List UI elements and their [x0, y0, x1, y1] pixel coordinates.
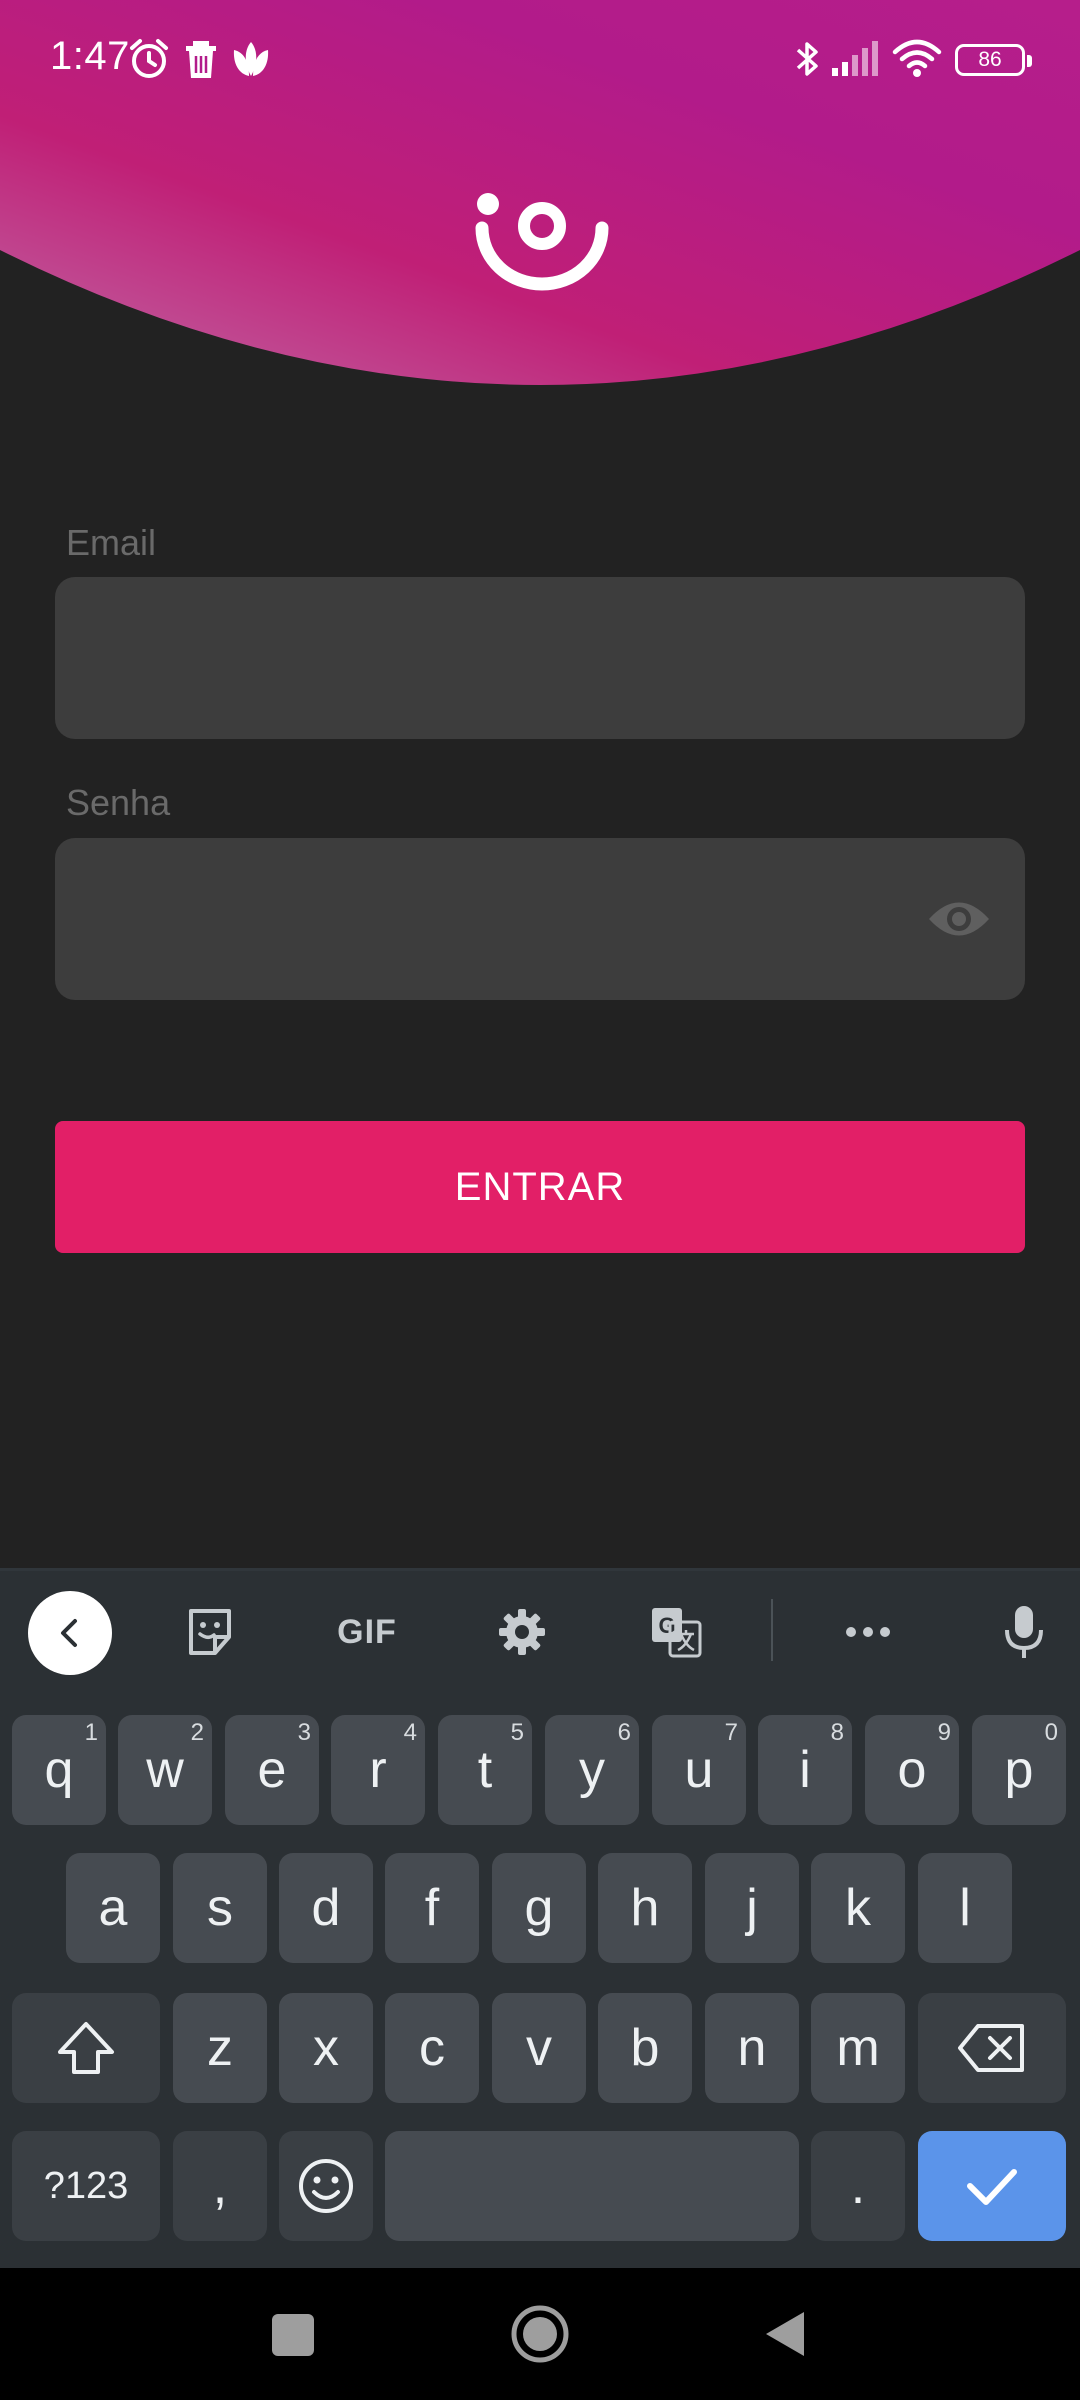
chevron-left-icon[interactable] — [28, 1591, 112, 1675]
key-r[interactable]: r4 — [331, 1715, 425, 1825]
login-screen: { "status_bar": { "time": "1:47", "left_… — [0, 0, 1080, 2400]
shift-key[interactable] — [12, 1993, 160, 2103]
delete-icon — [186, 41, 216, 78]
key-u[interactable]: u7 — [652, 1715, 746, 1825]
key-m[interactable]: m — [811, 1993, 905, 2103]
check-icon — [967, 2169, 1017, 2205]
alarm-icon — [130, 39, 168, 78]
key-y[interactable]: y6 — [545, 1715, 639, 1825]
backspace-key[interactable] — [918, 1993, 1066, 2103]
comma-key[interactable]: , — [173, 2131, 267, 2241]
key-d[interactable]: d — [279, 1853, 373, 1963]
back-icon[interactable] — [762, 2308, 808, 2360]
gif-button[interactable]: GIF — [322, 1593, 412, 1671]
key-t[interactable]: t5 — [438, 1715, 532, 1825]
key-b[interactable]: b — [598, 1993, 692, 2103]
key-h[interactable]: h — [598, 1853, 692, 1963]
recents-icon[interactable] — [270, 2312, 316, 2358]
key-n[interactable]: n — [705, 1993, 799, 2103]
symbols-key[interactable]: ?123 — [12, 2131, 160, 2241]
key-x[interactable]: x — [279, 1993, 373, 2103]
key-w[interactable]: w2 — [118, 1715, 212, 1825]
space-key[interactable] — [385, 2131, 799, 2241]
key-f[interactable]: f — [385, 1853, 479, 1963]
status-bar: 1:47 86 — [0, 0, 1080, 120]
backspace-icon — [958, 2024, 1024, 2072]
shift-icon — [58, 2022, 114, 2074]
key-l[interactable]: l — [918, 1853, 1012, 1963]
keyboard: GIF G q1 w2 e3 r4 t5 y6 u7 i8 o9 p0 a s … — [0, 1568, 1080, 2268]
home-icon[interactable] — [510, 2304, 570, 2364]
key-z[interactable]: z — [173, 1993, 267, 2103]
eye-icon[interactable] — [927, 894, 991, 944]
key-o[interactable]: o9 — [865, 1715, 959, 1825]
emoji-icon — [299, 2159, 353, 2213]
login-button[interactable]: ENTRAR — [55, 1121, 1025, 1253]
gif-label: GIF — [337, 1612, 397, 1651]
password-field[interactable] — [55, 838, 1025, 1000]
key-v[interactable]: v — [492, 1993, 586, 2103]
bluetooth-icon — [796, 42, 818, 76]
translate-icon[interactable]: G — [636, 1593, 716, 1671]
password-label: Senha — [66, 782, 171, 823]
enter-key[interactable] — [918, 2131, 1066, 2241]
sticker-icon[interactable] — [170, 1593, 250, 1671]
key-i[interactable]: i8 — [758, 1715, 852, 1825]
period-key[interactable]: . — [811, 2131, 905, 2241]
navigation-bar — [0, 2268, 1080, 2400]
battery-indicator: 86 — [955, 44, 1032, 76]
key-e[interactable]: e3 — [225, 1715, 319, 1825]
app-logo — [475, 193, 609, 291]
status-time: 1:47 — [50, 34, 130, 78]
microphone-icon[interactable] — [984, 1593, 1064, 1671]
svg-text:G: G — [658, 1613, 675, 1638]
lotus-icon — [233, 42, 269, 76]
key-j[interactable]: j — [705, 1853, 799, 1963]
key-g[interactable]: g — [492, 1853, 586, 1963]
email-field[interactable] — [55, 577, 1025, 739]
email-label: Email — [66, 522, 157, 563]
keyboard-toolbar: GIF G — [0, 1571, 1080, 1691]
key-k[interactable]: k — [811, 1853, 905, 1963]
toolbar-divider — [771, 1599, 773, 1661]
key-p[interactable]: p0 — [972, 1715, 1066, 1825]
key-q[interactable]: q1 — [12, 1715, 106, 1825]
wifi-icon — [892, 39, 942, 77]
gear-icon[interactable] — [482, 1593, 562, 1671]
key-a[interactable]: a — [66, 1853, 160, 1963]
key-s[interactable]: s — [173, 1853, 267, 1963]
emoji-key[interactable] — [279, 2131, 373, 2241]
signal-icon — [832, 41, 878, 76]
key-c[interactable]: c — [385, 1993, 479, 2103]
more-icon[interactable] — [828, 1593, 908, 1671]
